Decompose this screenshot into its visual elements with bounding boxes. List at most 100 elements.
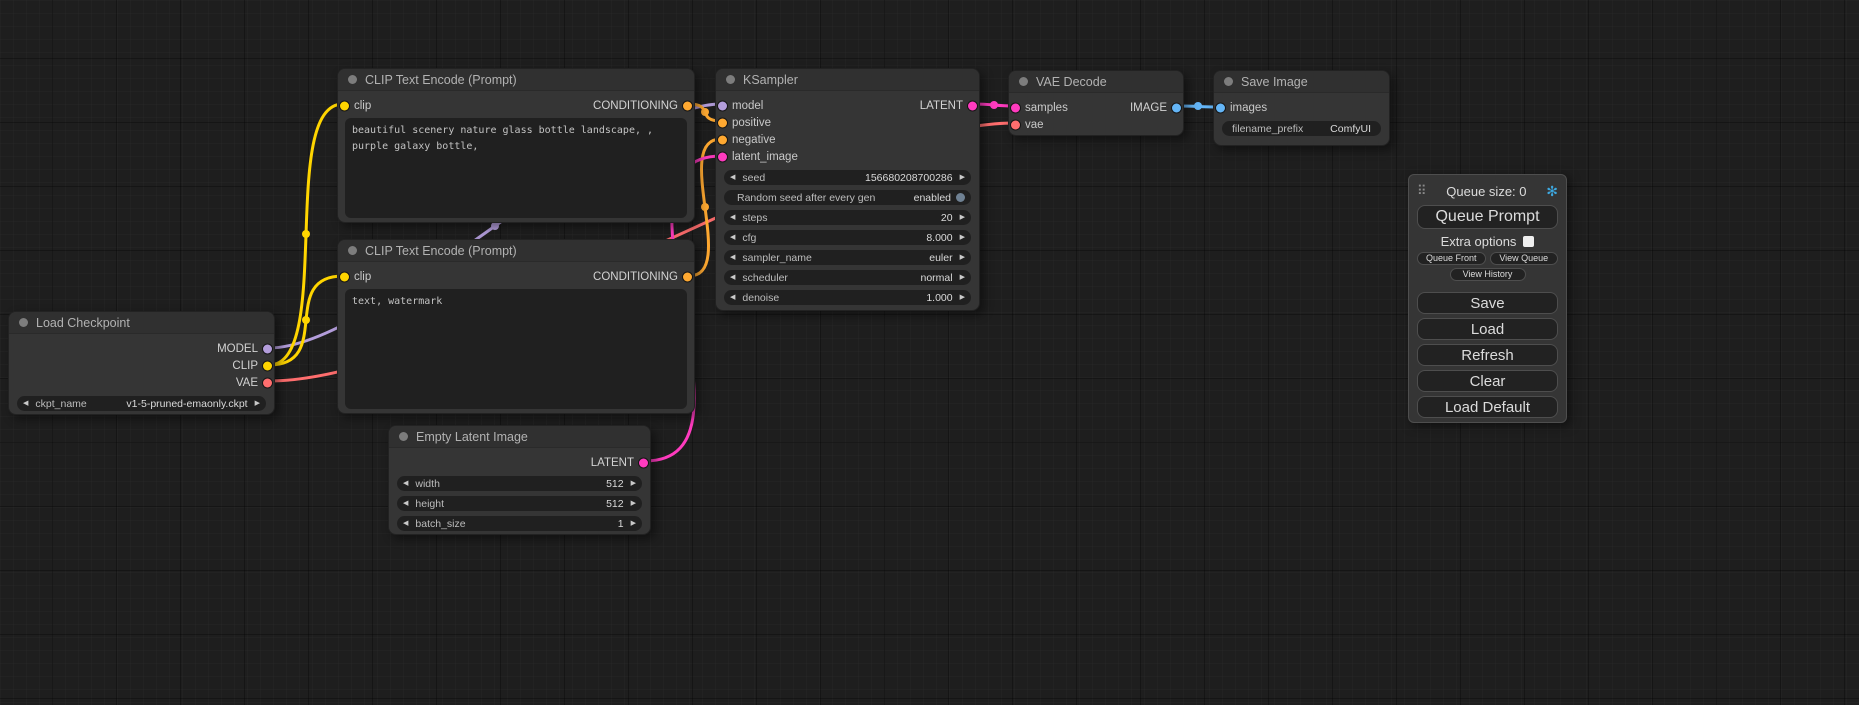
node-clip-text-encode-negative[interactable]: CLIP Text Encode (Prompt) clip CONDITION… [337,239,695,414]
extra-options-checkbox[interactable] [1523,236,1534,247]
node-titlebar[interactable]: Empty Latent Image [389,426,650,448]
output-slot-clip[interactable] [263,361,272,370]
widget-value: 8.000 [926,232,952,244]
link-dot-latent-to-vae[interactable] [990,101,998,109]
widget-denoise[interactable]: ◀ denoise 1.000 ▶ [724,290,971,305]
load-default-button[interactable]: Load Default [1417,396,1558,418]
increment-arrow-icon[interactable]: ▶ [960,254,965,261]
output-slot-conditioning[interactable] [683,272,692,281]
queue-front-button[interactable]: Queue Front [1417,252,1486,265]
node-canvas[interactable]: Load Checkpoint MODEL CLIP VAE ◀ ckpt_na… [0,0,1859,705]
widget-random-seed-toggle[interactable]: Random seed after every gen enabled [724,190,971,205]
widget-cfg[interactable]: ◀ cfg 8.000 ▶ [724,230,971,245]
queue-prompt-button[interactable]: Queue Prompt [1417,205,1558,229]
decrement-arrow-icon[interactable]: ◀ [730,174,735,181]
output-slot-model[interactable] [263,344,272,353]
link-dot-conditioning-negative[interactable] [701,203,709,211]
widget-batch-size[interactable]: ◀ batch_size 1 ▶ [397,516,642,531]
link-dot-conditioning-positive[interactable] [701,108,709,116]
increment-arrow-icon[interactable]: ▶ [960,294,965,301]
input-slot-vae[interactable] [1011,120,1020,129]
collapse-dot-icon[interactable] [348,75,357,84]
collapse-dot-icon[interactable] [726,75,735,84]
refresh-button[interactable]: Refresh [1417,344,1558,366]
node-titlebar[interactable]: Load Checkpoint [9,312,274,334]
node-titlebar[interactable]: CLIP Text Encode (Prompt) [338,240,694,262]
input-slot-model[interactable] [718,101,727,110]
collapse-dot-icon[interactable] [1019,77,1028,86]
link-dot-clip-negative[interactable] [302,316,310,324]
collapse-dot-icon[interactable] [399,432,408,441]
output-slot-conditioning[interactable] [683,101,692,110]
widget-filename-prefix[interactable]: filename_prefix ComfyUI [1222,121,1381,136]
node-titlebar[interactable]: KSampler [716,69,979,91]
collapse-dot-icon[interactable] [1224,77,1233,86]
widget-value: normal [921,272,953,284]
node-save-image[interactable]: Save Image images filename_prefix ComfyU… [1213,70,1390,146]
collapse-dot-icon[interactable] [19,318,28,327]
decrement-arrow-icon[interactable]: ◀ [403,480,408,487]
widget-value: 1.000 [926,292,952,304]
node-titlebar[interactable]: CLIP Text Encode (Prompt) [338,69,694,91]
settings-gear-icon[interactable]: ✻ [1546,183,1558,200]
widget-width[interactable]: ◀ width 512 ▶ [397,476,642,491]
decrement-arrow-icon[interactable]: ◀ [730,274,735,281]
decrement-arrow-icon[interactable]: ◀ [730,234,735,241]
input-slot-samples[interactable] [1011,103,1020,112]
node-title-label: Load Checkpoint [36,316,130,330]
widget-height[interactable]: ◀ height 512 ▶ [397,496,642,511]
slot-row: negative [716,131,979,148]
slot-row: vae [1009,116,1183,133]
output-slot-latent[interactable] [968,101,977,110]
input-slot-positive[interactable] [718,118,727,127]
view-history-button[interactable]: View History [1450,268,1526,281]
node-titlebar[interactable]: Save Image [1214,71,1389,93]
input-slot-negative[interactable] [718,135,727,144]
link-dot-clip-positive[interactable] [302,230,310,238]
increment-arrow-icon[interactable]: ▶ [960,274,965,281]
widget-seed[interactable]: ◀ seed 156680208700286 ▶ [724,170,971,185]
increment-arrow-icon[interactable]: ▶ [960,234,965,241]
input-slot-clip[interactable] [340,272,349,281]
output-slot-vae[interactable] [263,378,272,387]
increment-arrow-icon[interactable]: ▶ [631,480,636,487]
output-slot-latent[interactable] [639,458,648,467]
link-dot-model[interactable] [491,222,499,230]
node-load-checkpoint[interactable]: Load Checkpoint MODEL CLIP VAE ◀ ckpt_na… [8,311,275,415]
toggle-knob-icon[interactable] [956,193,965,202]
increment-arrow-icon[interactable]: ▶ [255,400,260,407]
decrement-arrow-icon[interactable]: ◀ [403,520,408,527]
increment-arrow-icon[interactable]: ▶ [960,174,965,181]
decrement-arrow-icon[interactable]: ◀ [403,500,408,507]
input-slot-images[interactable] [1216,103,1225,112]
increment-arrow-icon[interactable]: ▶ [631,520,636,527]
input-slot-clip[interactable] [340,101,349,110]
widget-scheduler[interactable]: ◀ scheduler normal ▶ [724,270,971,285]
widget-steps[interactable]: ◀ steps 20 ▶ [724,210,971,225]
load-button[interactable]: Load [1417,318,1558,340]
node-clip-text-encode-positive[interactable]: CLIP Text Encode (Prompt) clip CONDITION… [337,68,695,223]
node-vae-decode[interactable]: VAE Decode samples IMAGE vae [1008,70,1184,136]
link-dot-image[interactable] [1194,102,1202,110]
prompt-textarea[interactable]: beautiful scenery nature glass bottle la… [345,118,687,218]
output-slot-image[interactable] [1172,103,1181,112]
node-empty-latent-image[interactable]: Empty Latent Image LATENT ◀ width 512 ▶ … [388,425,651,535]
view-queue-button[interactable]: View Queue [1490,252,1559,265]
decrement-arrow-icon[interactable]: ◀ [730,254,735,261]
prompt-textarea[interactable]: text, watermark [345,289,687,409]
collapse-dot-icon[interactable] [348,246,357,255]
increment-arrow-icon[interactable]: ▶ [960,214,965,221]
widget-ckpt-name[interactable]: ◀ ckpt_name v1-5-pruned-emaonly.ckpt ▶ [17,396,266,411]
decrement-arrow-icon[interactable]: ◀ [23,400,28,407]
save-button[interactable]: Save [1417,292,1558,314]
node-ksampler[interactable]: KSampler model LATENT positive negative … [715,68,980,311]
input-slot-latent-image[interactable] [718,152,727,161]
decrement-arrow-icon[interactable]: ◀ [730,294,735,301]
increment-arrow-icon[interactable]: ▶ [631,500,636,507]
widget-sampler-name[interactable]: ◀ sampler_name euler ▶ [724,250,971,265]
drag-handle-icon[interactable]: ⠿ [1417,183,1427,199]
node-titlebar[interactable]: VAE Decode [1009,71,1183,93]
decrement-arrow-icon[interactable]: ◀ [730,214,735,221]
clear-button[interactable]: Clear [1417,370,1558,392]
history-row: View History [1417,268,1558,281]
